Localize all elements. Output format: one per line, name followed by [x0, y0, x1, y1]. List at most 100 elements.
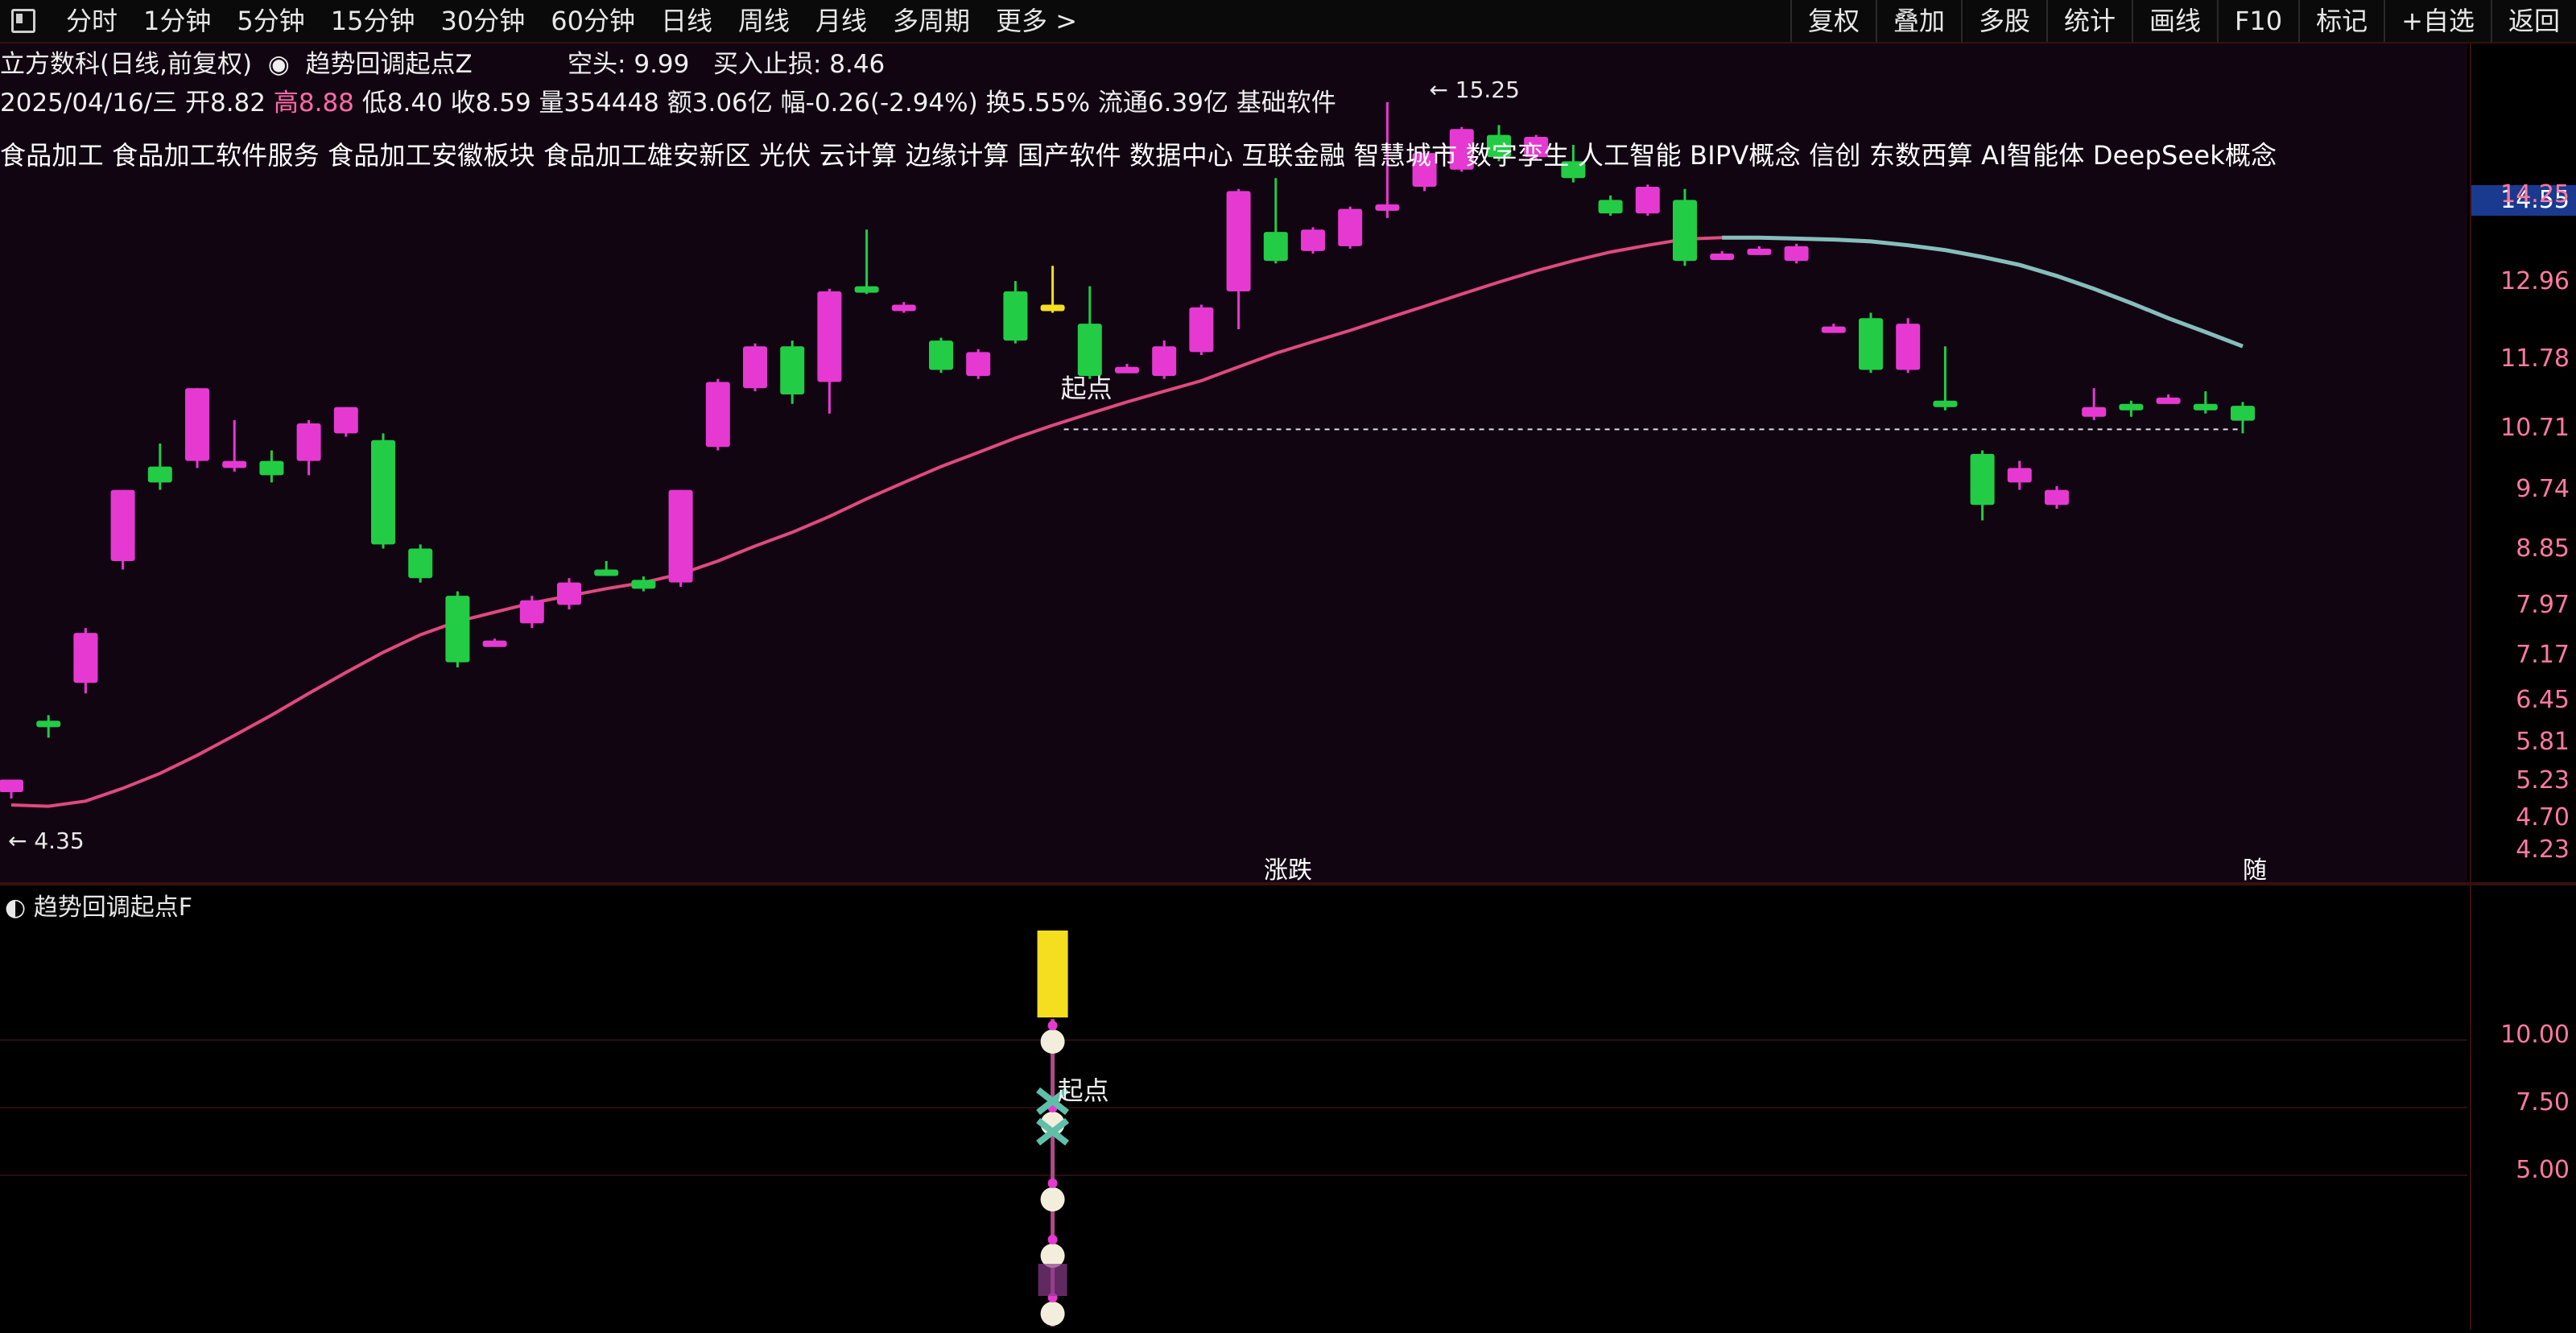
price-tick: 4.70 [2516, 803, 2570, 832]
draw-button[interactable]: 画线 [2132, 0, 2217, 42]
money-bag-icon [1040, 1187, 1065, 1211]
candle-body [2045, 489, 2069, 506]
candle-body [36, 720, 61, 728]
candle-body [371, 440, 395, 545]
candle-body [408, 548, 433, 579]
stats-button[interactable]: 统计 [2046, 0, 2132, 42]
indicator-badge-icon: ◐ [5, 893, 34, 922]
money-bag-knot-icon [1047, 1178, 1058, 1188]
bottom-right-label: 随 [2243, 856, 2267, 885]
adjust-button[interactable]: 复权 [1790, 0, 1876, 42]
indicator-axis: 10.00 7.50 5.00 [2470, 885, 2576, 1330]
indicator-name[interactable]: 趋势回调起点Z [306, 50, 473, 79]
overlay-button[interactable]: 叠加 [1875, 0, 1961, 42]
stock-name[interactable]: 立方数科(日线,前复权) [0, 50, 252, 79]
candle-body [854, 286, 879, 293]
price-tick: 5.23 [2516, 766, 2570, 794]
change-value: 幅-0.26(-2.94%) [780, 89, 978, 118]
tab-intraday[interactable]: 分时 [53, 0, 130, 42]
indicator-tick: 10.00 [2500, 1021, 2570, 1049]
indicator-dot-icon[interactable]: ◉ [260, 50, 298, 79]
amount-value: 额3.06亿 [667, 89, 773, 118]
tab-multi-period[interactable]: 多周期 [880, 0, 983, 42]
candle-body [1970, 453, 1995, 506]
candle-body [1598, 200, 1623, 214]
price-tick: 6.45 [2516, 686, 2570, 714]
candle-body [333, 407, 358, 434]
candle-body [2231, 406, 2255, 421]
candle-body [743, 346, 767, 389]
add-watchlist-button[interactable]: +自选 [2384, 0, 2491, 42]
indicator-tick: 7.50 [2516, 1088, 2570, 1116]
money-bag-knot-icon [1047, 1021, 1058, 1030]
price-tick: 7.97 [2516, 591, 2570, 619]
candle-body [1896, 324, 1921, 370]
candle-body [2193, 403, 2218, 411]
indicator-title[interactable]: ◐ 趋势回调起点F [5, 887, 192, 922]
price-axis[interactable]: 14.55 14.25 12.96 11.78 10.71 9.74 8.85 … [2470, 43, 2576, 882]
candle-body [668, 489, 693, 583]
short-value: 空头: 9.99 [568, 50, 690, 79]
candle-body [259, 460, 284, 476]
candle-body [1003, 291, 1028, 341]
tab-more[interactable]: 更多 > [983, 0, 1090, 42]
price-tick: 8.85 [2516, 534, 2570, 563]
low-price-label: ← 4.35 [8, 827, 85, 854]
layout-icon[interactable] [11, 9, 35, 33]
candle-body [817, 291, 842, 382]
top-toolbar: 分时 1分钟 5分钟 15分钟 30分钟 60分钟 日线 周线 月线 多周期 更… [0, 0, 2576, 43]
tab-5min[interactable]: 5分钟 [224, 0, 317, 42]
tab-15min[interactable]: 15分钟 [318, 0, 428, 42]
price-tick: 4.23 [2516, 836, 2570, 864]
right-tools: 复权 叠加 多股 统计 画线 F10 标记 +自选 返回 [1790, 0, 2576, 42]
float-value: 流通6.39亿 [1097, 89, 1228, 118]
back-button[interactable]: 返回 [2490, 0, 2576, 42]
indicator-panel[interactable]: 起点 [0, 885, 2467, 1330]
multi-stock-button[interactable]: 多股 [1960, 0, 2046, 42]
candle-body [1338, 208, 1363, 246]
candle-body [557, 582, 581, 605]
candle-body [1077, 324, 1102, 376]
info-line-2: 2025/04/16/三 开8.82 高8.88 低8.40 收8.59 量35… [0, 84, 2463, 122]
tab-monthly[interactable]: 月线 [803, 0, 880, 42]
tab-daily[interactable]: 日线 [648, 0, 725, 42]
high-value: 高8.88 [273, 89, 354, 118]
candle-body [519, 600, 544, 624]
candle-body [1933, 400, 1958, 407]
mark-button[interactable]: 标记 [2298, 0, 2384, 42]
candle-body [1263, 232, 1288, 262]
money-bag-knot-icon [1047, 1235, 1058, 1244]
candle-body [1859, 318, 1883, 370]
price-tick: 11.78 [2500, 345, 2570, 373]
candle-body [482, 640, 507, 647]
candle-body [2082, 407, 2107, 417]
period-tabs: 分时 1分钟 5分钟 15分钟 30分钟 60分钟 日线 周线 月线 多周期 更… [53, 0, 1090, 42]
candle-body [1710, 253, 1735, 260]
candle-body [705, 382, 730, 448]
start-point-label: 起点 [1061, 373, 1113, 403]
price-tick: 10.71 [2500, 414, 2570, 442]
open-value: 开8.82 [184, 89, 266, 118]
info-header: 立方数科(日线,前复权) ◉ 趋势回调起点Z 空头: 9.99 买入止损: 8.… [0, 45, 2463, 122]
candle-body [929, 340, 953, 370]
candle-body [1821, 326, 1846, 333]
candle-body [1189, 307, 1214, 353]
price-tick: 12.96 [2500, 267, 2570, 295]
indicator-signal-bar [1037, 931, 1068, 1017]
candle-body [222, 460, 247, 468]
price-tick: 5.81 [2516, 728, 2570, 756]
money-bag-icon [1040, 1030, 1065, 1054]
turnover-value: 换5.55% [985, 89, 1091, 118]
tab-1min[interactable]: 1分钟 [130, 0, 224, 42]
indicator-tick: 5.00 [2516, 1156, 2570, 1184]
candle-body [147, 466, 172, 483]
price-tick: 14.25 [2500, 180, 2570, 208]
candle-body [185, 388, 209, 461]
candle-body [1226, 191, 1251, 292]
tab-weekly[interactable]: 周线 [725, 0, 803, 42]
f10-button[interactable]: F10 [2217, 0, 2298, 42]
tab-60min[interactable]: 60分钟 [538, 0, 648, 42]
candle-body [1040, 304, 1065, 312]
tab-30min[interactable]: 30分钟 [428, 0, 539, 42]
candle-body [296, 423, 321, 461]
